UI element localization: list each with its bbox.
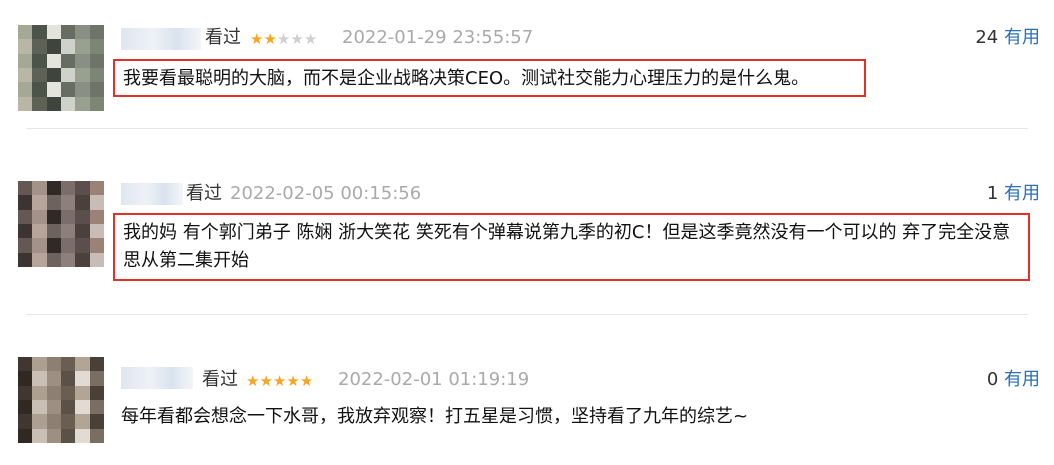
useful-count: 24 bbox=[975, 27, 999, 48]
username-blurred[interactable] bbox=[121, 183, 183, 205]
useful-vote[interactable]: 0 有用 bbox=[987, 369, 1040, 391]
watched-label: 看过 bbox=[205, 27, 241, 48]
review-item: 看过 ★★★★★ 2022-02-01 01:19:19 0 有用 每年看都会想… bbox=[0, 357, 1054, 447]
star-filled-icon: ★ bbox=[246, 372, 260, 390]
star-filled-icon: ★ bbox=[259, 372, 273, 390]
review-item: 看过 ★★★★★ 2022-01-29 23:55:57 24 有用 我要看最聪… bbox=[0, 25, 1054, 111]
star-filled-icon: ★ bbox=[272, 372, 287, 390]
star-filled-icon: ★ bbox=[286, 372, 300, 390]
useful-count: 1 bbox=[986, 183, 999, 204]
username-blurred[interactable] bbox=[121, 28, 201, 50]
rating-stars: ★★★★★ bbox=[250, 30, 317, 48]
review-text: 我要看最聪明的大脑，而不是企业战略决策CEO。测试社交能力心理压力的是什么鬼。 bbox=[113, 59, 866, 97]
useful-count: 0 bbox=[986, 369, 999, 390]
avatar[interactable] bbox=[18, 357, 104, 443]
star-filled-icon: ★ bbox=[299, 372, 314, 390]
watched-label: 看过 bbox=[202, 369, 238, 390]
star-empty-icon: ★ bbox=[303, 30, 318, 48]
watched-label: 看过 bbox=[186, 183, 222, 204]
star-empty-icon: ★ bbox=[276, 30, 291, 48]
useful-vote[interactable]: 1 有用 bbox=[987, 183, 1040, 205]
review-item: 看过 2022-02-05 00:15:56 1 有用 我的妈 有个郭门弟子 陈… bbox=[0, 181, 1054, 291]
rating-stars: ★★★★★ bbox=[246, 372, 313, 390]
useful-button[interactable]: 有用 bbox=[1004, 27, 1040, 48]
star-empty-icon: ★ bbox=[290, 30, 304, 48]
review-text: 我的妈 有个郭门弟子 陈娴 浙大笑花 笑死有个弹幕说第九季的初C！但是这季竟然没… bbox=[113, 213, 1030, 281]
useful-button[interactable]: 有用 bbox=[1004, 183, 1040, 204]
review-date: 2022-02-05 00:15:56 bbox=[230, 183, 422, 204]
avatar[interactable] bbox=[18, 181, 104, 267]
review-date: 2022-01-29 23:55:57 bbox=[342, 27, 534, 48]
review-text: 每年看都会想念一下水哥，我放弃观察！打五星是习惯，坚持看了九年的综艺~ bbox=[121, 406, 749, 427]
divider bbox=[26, 314, 1028, 315]
useful-vote[interactable]: 24 有用 bbox=[975, 27, 1040, 49]
useful-button[interactable]: 有用 bbox=[1004, 369, 1040, 390]
divider bbox=[26, 128, 1028, 129]
username-blurred[interactable] bbox=[121, 367, 193, 389]
star-filled-icon: ★ bbox=[250, 30, 264, 48]
review-date: 2022-02-01 01:19:19 bbox=[338, 369, 530, 390]
star-filled-icon: ★ bbox=[263, 30, 277, 48]
avatar[interactable] bbox=[18, 25, 104, 111]
